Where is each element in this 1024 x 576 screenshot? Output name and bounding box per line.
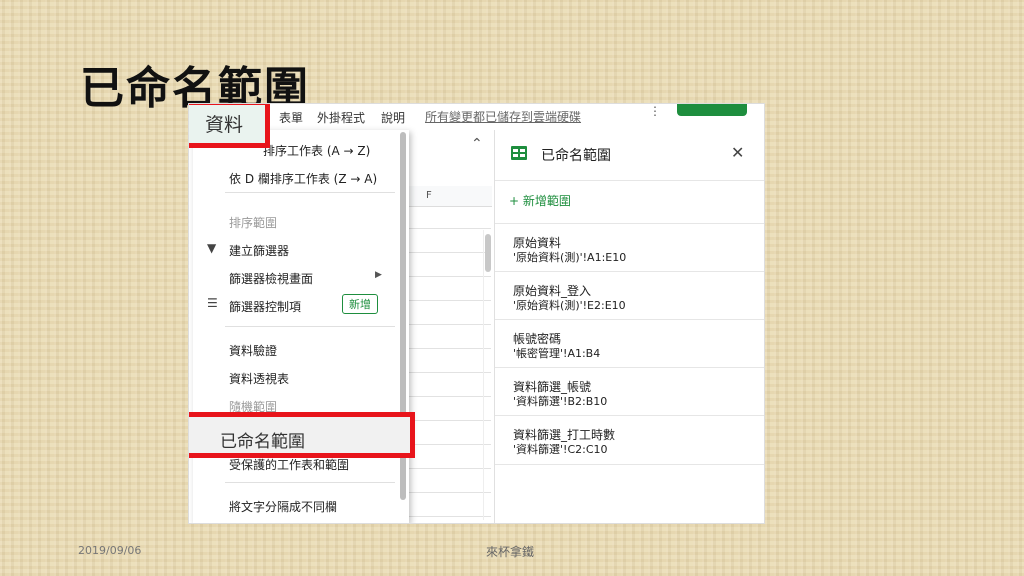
- menu-item-sort-sheet-az[interactable]: 排序工作表 (A → Z): [263, 142, 370, 159]
- slide-date: 2019/09/06: [78, 544, 142, 557]
- scroll-thumb[interactable]: [485, 234, 491, 272]
- menu-item-named-ranges[interactable]: 已命名範圍: [189, 412, 415, 458]
- named-ranges-panel: 已命名範圍 ✕ + 新增範圍 原始資料 '原始資料(測)'!A1:E10 原始資…: [494, 130, 764, 523]
- menu-divider: [225, 326, 395, 327]
- menu-item-sort-sheet-za[interactable]: 依 D 欄排序工作表 (Z → A): [229, 170, 377, 187]
- range-reference: '原始資料(測)'!A1:E10: [513, 251, 627, 264]
- menu-item-data-validation[interactable]: 資料驗證: [229, 342, 277, 359]
- menu-item-sort-range: 排序範圍: [229, 216, 278, 230]
- grid-line: [399, 228, 491, 229]
- named-range-item[interactable]: 原始資料 '原始資料(測)'!A1:E10: [495, 223, 764, 272]
- menu-divider: [225, 482, 395, 483]
- named-range-item[interactable]: 原始資料_登入 '原始資料(測)'!E2:E10: [495, 271, 764, 320]
- close-icon[interactable]: ✕: [731, 143, 744, 162]
- menu-item-protected-sheets[interactable]: 受保護的工作表和範圍: [229, 456, 349, 473]
- column-header-f[interactable]: F: [399, 186, 492, 207]
- submenu-arrow-icon: ▶: [375, 270, 382, 280]
- grid-line: [399, 372, 491, 373]
- menu-addons[interactable]: 外掛程式: [317, 109, 365, 126]
- named-range-item[interactable]: 資料篩選_帳號 '資料篩選'!B2:B10: [495, 367, 764, 416]
- menu-item-create-filter[interactable]: 建立篩選器: [229, 242, 289, 259]
- grid-line: [399, 396, 491, 397]
- range-reference: '資料篩選'!B2:B10: [513, 395, 608, 408]
- grid-line: [399, 300, 491, 301]
- menu-form[interactable]: 表單: [279, 109, 303, 126]
- add-range-button[interactable]: + 新增範圍: [509, 192, 571, 209]
- menu-item-slicer[interactable]: 篩選器控制項: [229, 298, 301, 315]
- range-reference: '帳密管理'!A1:B4: [513, 347, 601, 360]
- more-icon[interactable]: ⋮: [649, 104, 661, 118]
- share-button[interactable]: [677, 104, 747, 116]
- grid-line: [399, 276, 491, 277]
- new-badge: 新增: [342, 294, 378, 314]
- grid-line: [399, 492, 491, 493]
- menu-item-filter-views[interactable]: 篩選器檢視畫面: [229, 270, 313, 287]
- grid-line: [399, 324, 491, 325]
- named-range-item[interactable]: 帳號密碼 '帳密管理'!A1:B4: [495, 319, 764, 368]
- data-menu-highlight[interactable]: 資料: [189, 104, 270, 148]
- data-menu-dropdown: 排序工作表 (A → Z) 依 D 欄排序工作表 (Z → A) 排序範圍 ▼ …: [193, 130, 409, 523]
- sheets-icon: [511, 146, 527, 160]
- sheet-scrollbar[interactable]: [483, 230, 493, 520]
- menu-divider: [225, 192, 395, 193]
- grid-line: [399, 252, 491, 253]
- grid-line: [399, 468, 491, 469]
- chevron-up-icon[interactable]: ⌃: [471, 136, 483, 152]
- named-range-item[interactable]: 資料篩選_打工時數 '資料篩選'!C2:C10: [495, 415, 764, 465]
- slide-author: 來杯拿鐵: [486, 545, 535, 559]
- filter-list-icon: ☰: [207, 296, 218, 310]
- menu-item-split-text[interactable]: 將文字分隔成不同欄: [229, 498, 337, 515]
- panel-header: 已命名範圍 ✕: [495, 130, 764, 181]
- menu-item-pivot-table[interactable]: 資料透視表: [229, 370, 289, 387]
- menu-help[interactable]: 說明: [381, 109, 405, 126]
- grid-line: [399, 348, 491, 349]
- filter-icon: ▼: [207, 241, 217, 255]
- save-status-link[interactable]: 所有變更都已儲存到雲端硬碟: [425, 108, 581, 125]
- menu-bar: 表單 外掛程式 說明 所有變更都已儲存到雲端硬碟 ⋮: [189, 104, 764, 130]
- grid-line: [399, 516, 491, 517]
- range-reference: '原始資料(測)'!E2:E10: [513, 299, 626, 312]
- range-reference: '資料篩選'!C2:C10: [513, 443, 608, 456]
- panel-title: 已命名範圍: [541, 148, 611, 164]
- sheets-screenshot: 表單 外掛程式 說明 所有變更都已儲存到雲端硬碟 ⋮ ⌃ F 排序工作表 (A …: [189, 104, 764, 523]
